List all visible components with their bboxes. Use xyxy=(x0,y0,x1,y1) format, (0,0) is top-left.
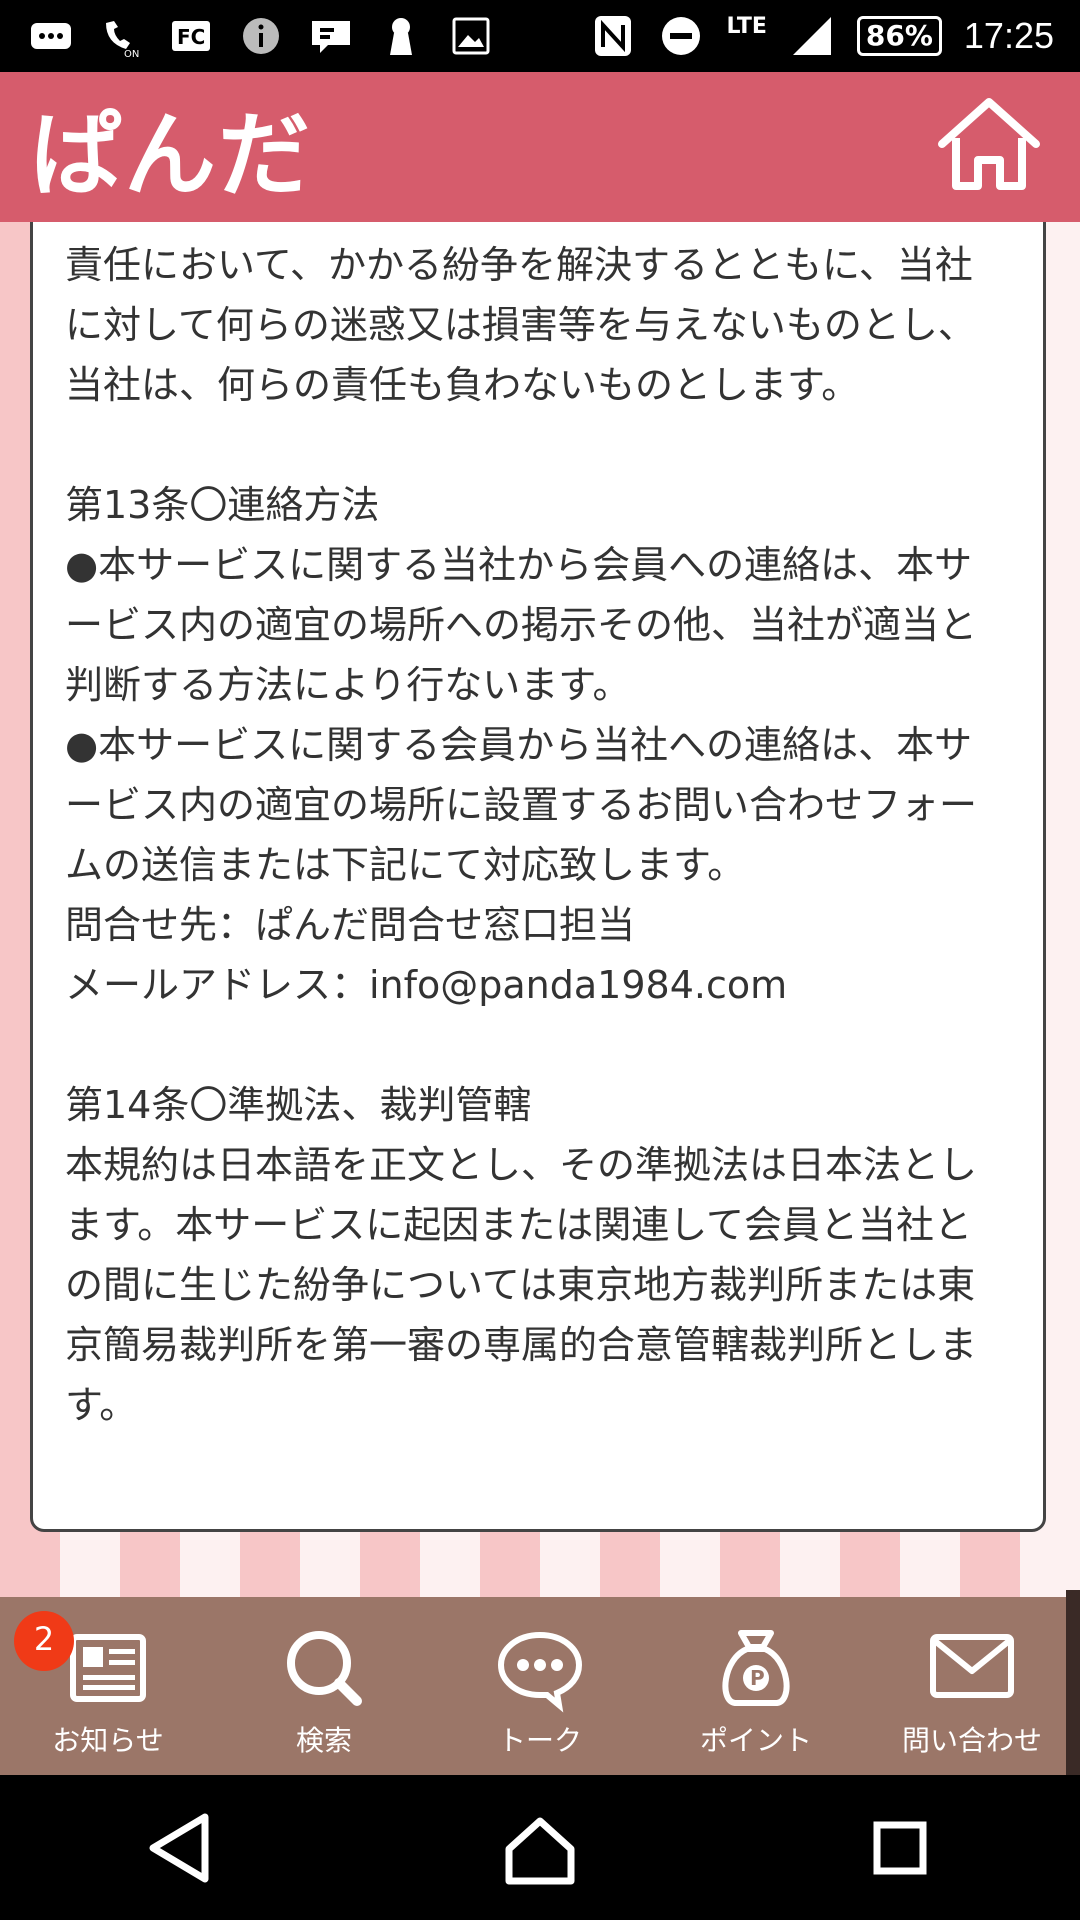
search-icon xyxy=(287,1631,362,1706)
news-icon xyxy=(70,1634,146,1702)
point-bag-icon: P xyxy=(722,1630,790,1706)
network-type: LTE xyxy=(726,13,767,39)
home-icon xyxy=(938,98,1040,190)
nav-label-contact: 問い合わせ xyxy=(901,1724,1042,1757)
home-button[interactable] xyxy=(934,94,1044,194)
message-icon xyxy=(28,13,74,59)
status-bar: ON FC LTE 86% 17:25 xyxy=(0,0,1080,72)
system-navigation-bar xyxy=(0,1775,1080,1920)
nav-item-news[interactable]: お知らせ 2 xyxy=(0,1597,216,1775)
wifi-calling-icon: ON xyxy=(98,13,144,59)
nav-label-talk: トーク xyxy=(497,1724,582,1757)
chat-icon xyxy=(308,13,354,59)
mail-icon xyxy=(930,1634,1014,1698)
article-heading-13: 第13条〇連絡方法 xyxy=(65,483,380,527)
app-logo[interactable]: ぱんだ xyxy=(30,81,312,214)
keyhole-icon xyxy=(378,13,424,59)
notification-badge: 2 xyxy=(14,1611,74,1671)
battery-level: 86% xyxy=(856,16,942,56)
terms-card[interactable]: 責任において、かかる紛争を解決するとともに、当社に対して何らの迷惑又は損害等を与… xyxy=(30,170,1046,1532)
nav-label-points: ポイント xyxy=(699,1724,812,1757)
svg-text:FC: FC xyxy=(177,25,205,49)
terms-paragraph: 本規約は日本語を正文とし、その準拠法は日本法とします。本サービスに起因または関連… xyxy=(65,1143,978,1427)
info-icon xyxy=(238,13,284,59)
terms-paragraph: ●本サービスに関する会員から当社への連絡は、本サービス内の適宜の場所に設置するお… xyxy=(65,723,978,887)
nfc-icon xyxy=(590,13,636,59)
svg-text:ON: ON xyxy=(124,49,139,59)
contact-person: 問合せ先：ぱんだ問合せ窓口担当 xyxy=(65,903,636,947)
article-heading-14: 第14条〇準拠法、裁判管轄 xyxy=(65,1083,532,1127)
terms-text: 責任において、かかる紛争を解決するとともに、当社に対して何らの迷惑又は損害等を与… xyxy=(65,213,1009,1435)
terms-paragraph: 責任において、かかる紛争を解決するとともに、当社に対して何らの迷惑又は損害等を与… xyxy=(65,243,976,407)
nav-label-search: 検索 xyxy=(295,1724,352,1757)
home-circle-icon[interactable] xyxy=(495,1803,585,1893)
recents-icon[interactable] xyxy=(855,1803,945,1893)
clock: 17:25 xyxy=(963,15,1054,56)
chat-bubble-icon xyxy=(497,1631,583,1713)
nav-item-talk[interactable]: トーク xyxy=(432,1597,648,1775)
do-not-disturb-icon xyxy=(658,13,704,59)
bottom-navigation: お知らせ 2 検索 トーク P ポイント 問い合わせ xyxy=(0,1597,1080,1775)
status-icons-left: ON FC xyxy=(0,13,494,59)
app-header: ぱんだ xyxy=(0,72,1080,222)
svg-text:P: P xyxy=(750,1666,765,1690)
nav-item-contact[interactable]: 問い合わせ xyxy=(864,1597,1080,1775)
signal-icon xyxy=(789,13,835,59)
contact-email[interactable]: メールアドレス：info@panda1984.com xyxy=(65,955,1009,1015)
nav-item-points[interactable]: P ポイント xyxy=(648,1597,864,1775)
gallery-icon xyxy=(448,13,494,59)
back-icon[interactable] xyxy=(135,1803,225,1893)
fc-icon: FC xyxy=(168,13,214,59)
status-icons-right: LTE 86% 17:25 xyxy=(590,13,1080,59)
nav-item-search[interactable]: 検索 xyxy=(216,1597,432,1775)
nav-label-news: お知らせ xyxy=(52,1724,164,1757)
scroll-indicator xyxy=(1066,1590,1080,1775)
terms-paragraph: ●本サービスに関する当社から会員への連絡は、本サービス内の適宜の場所への掲示その… xyxy=(65,543,978,707)
